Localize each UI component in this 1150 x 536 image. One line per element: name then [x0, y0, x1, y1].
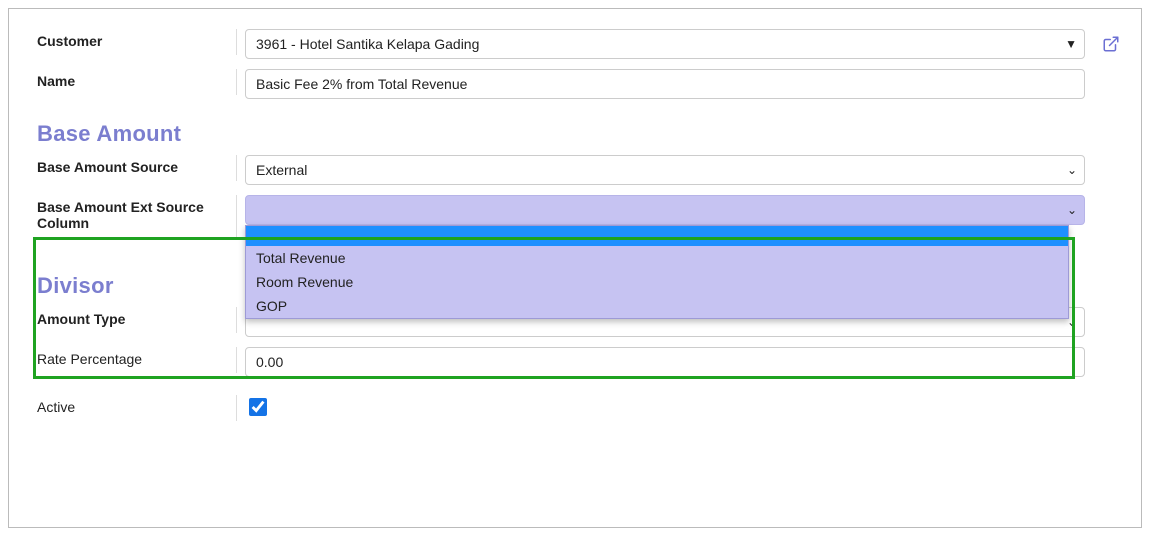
- open-external-icon[interactable]: [1101, 34, 1121, 54]
- base-amount-source-select[interactable]: [245, 155, 1085, 185]
- customer-select[interactable]: [245, 29, 1085, 59]
- heading-base-amount: Base Amount: [37, 121, 1121, 147]
- ext-col-option-blank[interactable]: [246, 226, 1068, 246]
- label-customer: Customer: [37, 29, 237, 55]
- name-input[interactable]: [245, 69, 1085, 99]
- row-active: Active: [37, 395, 1121, 421]
- label-amount-type: Amount Type: [37, 307, 237, 333]
- label-base-amount-ext-col: Base Amount Ext Source Column: [37, 195, 237, 239]
- form-panel: Customer ▼ Name Base Amount Base Amount …: [8, 8, 1142, 528]
- ext-col-option-total-revenue[interactable]: Total Revenue: [246, 246, 1068, 270]
- label-rate-percentage: Rate Percentage: [37, 347, 237, 373]
- ext-col-option-gop[interactable]: GOP: [246, 294, 1068, 318]
- label-active: Active: [37, 395, 237, 421]
- active-checkbox[interactable]: [249, 398, 267, 416]
- row-customer: Customer ▼: [37, 29, 1121, 59]
- row-name: Name: [37, 69, 1121, 99]
- label-name: Name: [37, 69, 237, 95]
- base-amount-ext-col-select[interactable]: [245, 195, 1085, 225]
- row-rate-percentage: Rate Percentage: [37, 347, 1121, 377]
- label-base-amount-source: Base Amount Source: [37, 155, 237, 181]
- rate-percentage-input[interactable]: [245, 347, 1085, 377]
- row-base-amount-ext-col: Base Amount Ext Source Column ⌄ Total Re…: [37, 195, 1121, 239]
- ext-col-dropdown: Total Revenue Room Revenue GOP: [245, 225, 1069, 319]
- row-base-amount-source: Base Amount Source ⌄: [37, 155, 1121, 185]
- ext-col-option-room-revenue[interactable]: Room Revenue: [246, 270, 1068, 294]
